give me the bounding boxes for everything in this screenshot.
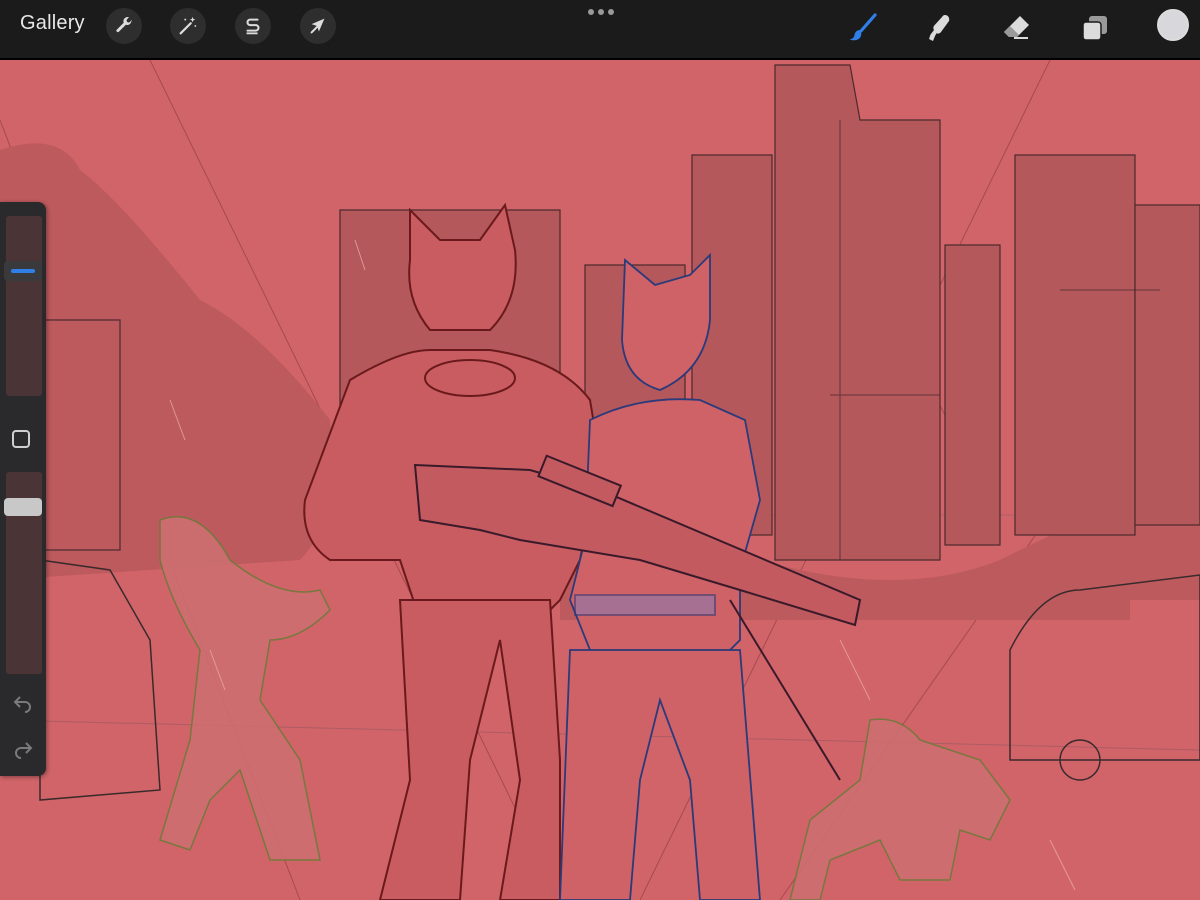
layers-button[interactable] [1075,8,1115,48]
artwork-sketch [0,60,1200,900]
eraser-tool-button[interactable] [996,8,1036,48]
magic-wand-icon [179,16,197,35]
opacity-slider[interactable] [4,472,42,674]
smudge-finger-icon [929,15,950,41]
more-dots-icon[interactable] [588,9,614,15]
gallery-button[interactable]: Gallery [20,12,85,35]
selection-s-icon [246,18,260,35]
wrench-icon [116,17,132,33]
brush-icon [849,13,877,41]
brush-size-knob[interactable] [4,260,42,281]
layers-icon [1082,16,1107,41]
brush-sidebar [0,202,46,776]
brush-tool-button[interactable] [842,8,882,48]
redo-arrow-icon[interactable] [12,738,34,765]
arrow-cursor-icon [310,18,325,34]
transform-button[interactable] [300,8,336,44]
undo-arrow-icon[interactable] [12,692,34,719]
selection-button[interactable] [235,8,271,44]
eraser-icon [1004,16,1029,39]
top-toolbar: Gallery [0,0,1200,60]
drawing-canvas[interactable] [0,60,1200,900]
square-modify-icon[interactable] [12,430,30,448]
brush-size-slider[interactable] [4,216,42,396]
actions-button[interactable] [106,8,142,44]
smudge-tool-button[interactable] [918,8,958,48]
color-picker-button[interactable] [1157,9,1189,41]
adjustments-button[interactable] [170,8,206,44]
opacity-knob[interactable] [4,497,42,516]
